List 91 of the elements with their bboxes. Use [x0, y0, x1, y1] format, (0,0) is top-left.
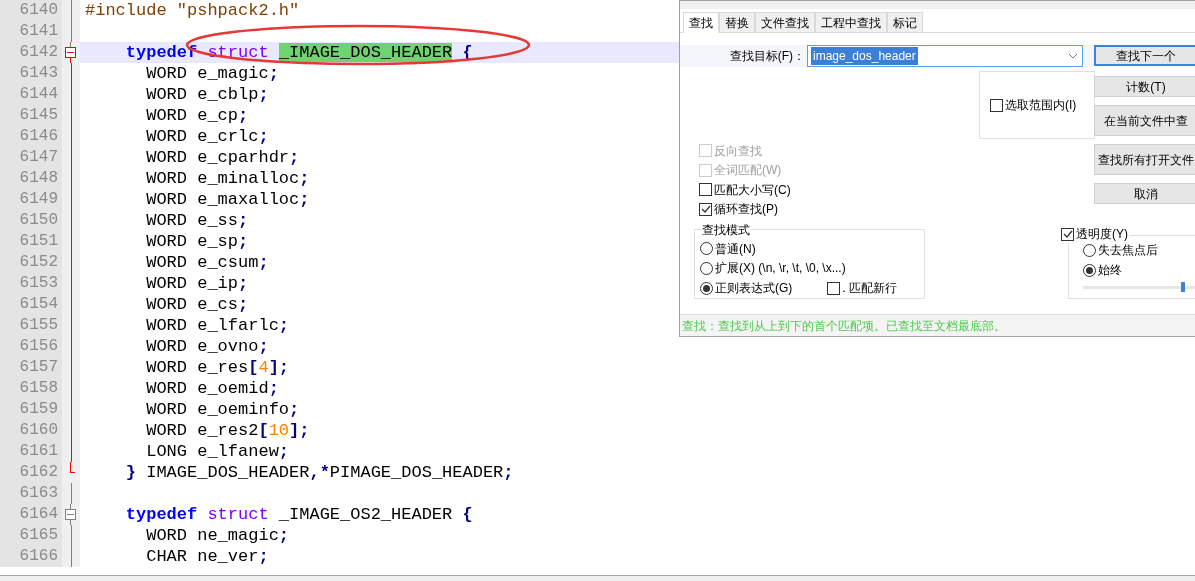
code-line: WORD e_cblp;: [145, 85, 269, 104]
dialog-button[interactable]: 计数(T): [1094, 76, 1195, 97]
line-number: 6141: [19, 22, 58, 40]
line-number: 6143: [19, 64, 58, 82]
line-number: 6151: [19, 232, 58, 250]
dialog-tab[interactable]: 文件查找: [755, 12, 815, 33]
line-number: 6153: [19, 274, 58, 292]
line-number: 6156: [19, 337, 58, 355]
checkbox[interactable]: [699, 183, 712, 197]
radio-button[interactable]: [1083, 243, 1096, 257]
code-line: WORD e_ip;: [145, 274, 249, 293]
line-number: 6161: [19, 442, 58, 460]
line-number: 6157: [19, 358, 58, 376]
dialog-tab[interactable]: 标记: [887, 12, 923, 33]
code-line: WORD e_sp;: [145, 232, 249, 251]
code-line: WORD e_crlc;: [145, 127, 269, 146]
line-number: 6140: [19, 1, 58, 19]
code-line: WORD e_maxalloc;: [145, 190, 310, 209]
slider-thumb[interactable]: [1181, 282, 1186, 292]
checkbox[interactable]: [1061, 227, 1074, 241]
code-line: WORD e_csum;: [145, 253, 269, 272]
search-field[interactable]: image_dos_header: [807, 45, 1083, 67]
dialog-tab[interactable]: 替换: [719, 12, 755, 33]
line-number: 6148: [19, 169, 58, 187]
fold-toggle-icon[interactable]: [65, 509, 76, 520]
line-number: 6154: [19, 295, 58, 313]
checkbox-label: 反向查找: [714, 142, 762, 160]
line-number: 6150: [19, 211, 58, 229]
line-number: 6162: [19, 463, 58, 481]
radio-button[interactable]: [700, 281, 713, 295]
checkbox-label: 透明度(Y): [1076, 226, 1128, 243]
code-line: LONG e_lfanew;: [145, 442, 290, 461]
line-number: 6166: [19, 547, 58, 565]
line-number: 6163: [19, 484, 58, 502]
radio-label: 扩展(X) (\n, \r, \t, \0, \x...): [715, 260, 846, 278]
checkbox-label: 循环查找(P): [714, 201, 778, 219]
code-line: WORD e_lfarlc;: [145, 316, 290, 335]
line-number: 6145: [19, 106, 58, 124]
code-line: WORD ne_magic;: [145, 526, 290, 545]
checkbox-label: . 匹配新行: [842, 280, 897, 297]
code-line: #include "pshpack2.h": [85, 1, 300, 20]
dropdown-icon[interactable]: [1068, 53, 1078, 59]
checkbox[interactable]: [990, 98, 1003, 112]
code-line: WORD e_ss;: [145, 211, 249, 230]
radio-button[interactable]: [700, 242, 713, 256]
line-number: 6146: [19, 127, 58, 145]
dialog-button[interactable]: 查找下一个: [1094, 45, 1195, 66]
code-line: CHAR ne_ver;: [145, 547, 269, 566]
code-line: WORD e_cp;: [145, 106, 249, 125]
line-number: 6142: [19, 43, 58, 61]
code-line: WORD e_magic;: [145, 64, 279, 83]
group-title: 查找模式: [701, 221, 751, 239]
code-line: WORD e_cs;: [145, 295, 249, 314]
line-number: 6147: [19, 148, 58, 166]
dialog-button[interactable]: 取消: [1094, 183, 1195, 204]
radio-button[interactable]: [700, 261, 713, 275]
checkbox-label: 选取范围内(I): [1005, 97, 1077, 114]
code-line: WORD e_res[4];: [145, 358, 290, 377]
code-line: WORD e_ovno;: [145, 337, 269, 356]
field-label: 查找目标(F)：: [728, 48, 805, 65]
radio-label: 始终: [1098, 262, 1122, 279]
code-line: WORD e_cparhdr;: [145, 148, 300, 167]
checkbox[interactable]: [699, 202, 712, 216]
line-number: 6160: [19, 421, 58, 439]
code-line: WORD e_minalloc;: [145, 169, 310, 188]
line-number: 6164: [19, 505, 58, 523]
dialog-button[interactable]: 查找所有打开文件: [1094, 144, 1195, 175]
radio-button[interactable]: [1083, 263, 1096, 277]
checkbox-label: 匹配大小写(C): [714, 181, 791, 199]
line-number: 6144: [19, 85, 58, 103]
dialog-button[interactable]: 在当前文件中查: [1094, 105, 1195, 136]
code-line: WORD e_res2[10];: [145, 421, 310, 440]
line-number: 6165: [19, 526, 58, 544]
dialog-tab[interactable]: 工程中查找: [815, 12, 887, 33]
checkbox[interactable]: [827, 281, 841, 295]
radio-label: 正则表达式(G): [715, 280, 793, 297]
code-line: } IMAGE_DOS_HEADER,*PIMAGE_DOS_HEADER;: [124, 463, 514, 482]
dialog-tab[interactable]: 查找: [683, 12, 719, 33]
line-number: 6155: [19, 316, 58, 334]
status-message: 查找：查找到从上到下的首个匹配项。已查找至文档最底部。: [682, 317, 1006, 335]
code-line: typedef struct _IMAGE_OS2_HEADER {: [124, 505, 473, 524]
code-line: WORD e_oeminfo;: [145, 400, 300, 419]
checkbox-label: 全词匹配(W): [714, 162, 782, 180]
line-number: 6152: [19, 253, 58, 271]
line-number: 6159: [19, 400, 58, 418]
code-line: WORD e_oemid;: [145, 379, 279, 398]
radio-label: 失去焦点后: [1098, 242, 1158, 259]
radio-label: 普通(N): [715, 240, 756, 258]
line-number: 6158: [19, 379, 58, 397]
fold-toggle-icon[interactable]: [65, 47, 76, 58]
line-number: 6149: [19, 190, 58, 208]
